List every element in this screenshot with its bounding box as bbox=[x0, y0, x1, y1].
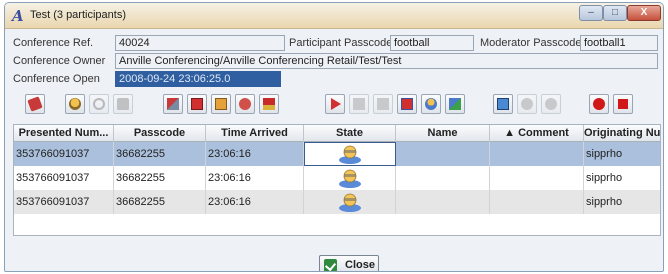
flag-button[interactable] bbox=[259, 94, 279, 114]
close-button-label: Close bbox=[345, 259, 375, 271]
globe2-icon bbox=[545, 98, 557, 110]
participants-table[interactable]: Presented Num... Passcode Time Arrived S… bbox=[13, 124, 661, 236]
remove-icon bbox=[191, 98, 203, 110]
doc-arrow-icon bbox=[377, 98, 389, 110]
participant-passcode-label: Participant Passcode bbox=[289, 37, 393, 49]
comment-cell bbox=[490, 166, 584, 190]
phone-icon bbox=[167, 98, 179, 110]
moderator-passcode-label: Moderator Passcode bbox=[480, 37, 582, 49]
arrow-right-button[interactable] bbox=[325, 94, 345, 114]
record-icon bbox=[239, 98, 251, 110]
toolbar bbox=[11, 92, 659, 120]
conference-window: A Test (3 participants) – □ X Conference… bbox=[4, 2, 664, 272]
column-header-state[interactable]: State bbox=[304, 125, 396, 142]
users-button[interactable] bbox=[421, 94, 441, 114]
window-title: Test (3 participants) bbox=[30, 9, 126, 21]
operator-button[interactable] bbox=[65, 94, 85, 114]
passcode-cell: 36682255 bbox=[114, 166, 206, 190]
phone-button[interactable] bbox=[163, 94, 183, 114]
passcode-cell: 36682255 bbox=[114, 190, 206, 214]
column-header-originating-number[interactable]: Originating Nu... bbox=[584, 125, 660, 142]
time-arrived-cell: 23:06:16 bbox=[206, 166, 304, 190]
participant-passcode-field[interactable]: football bbox=[390, 35, 474, 51]
lock-icon bbox=[117, 98, 129, 110]
app-logo-icon: A bbox=[12, 7, 24, 25]
presented-number-cell: 353766091037 bbox=[14, 190, 114, 214]
record-button[interactable] bbox=[235, 94, 255, 114]
moderator-passcode-field[interactable]: football1 bbox=[580, 35, 658, 51]
column-header-time-arrived[interactable]: Time Arrived bbox=[206, 125, 304, 142]
eraser-icon bbox=[27, 96, 43, 112]
column-header-comment[interactable]: ▲ Comment bbox=[490, 125, 584, 142]
arrow-right-icon bbox=[331, 98, 341, 110]
originating-number-cell: sipprho bbox=[586, 196, 623, 208]
globe-button[interactable] bbox=[517, 94, 537, 114]
participant-icon bbox=[339, 169, 361, 188]
maximize-button[interactable]: □ bbox=[603, 5, 627, 21]
conference-owner-row: Conference Owner Anville Conferencing/An… bbox=[13, 53, 659, 69]
export-icon bbox=[449, 98, 461, 110]
column-header-name[interactable]: Name bbox=[396, 125, 490, 142]
participant-icon bbox=[339, 193, 361, 212]
record-dot-icon bbox=[593, 98, 605, 110]
conference-ref-field[interactable]: 40024 bbox=[115, 35, 285, 51]
operator-icon bbox=[69, 98, 81, 110]
conference-open-field[interactable]: 2008-09-24 23:06:25.0 bbox=[115, 71, 281, 87]
column-header-passcode[interactable]: Passcode bbox=[114, 125, 206, 142]
stop-button[interactable] bbox=[613, 94, 633, 114]
name-cell bbox=[396, 190, 490, 214]
presented-number-cell: 353766091037 bbox=[14, 166, 114, 190]
name-cell bbox=[396, 142, 490, 166]
passcode-cell: 36682255 bbox=[114, 142, 206, 166]
originating-number-cell: sipprho bbox=[586, 172, 623, 184]
conference-owner-field[interactable]: Anville Conferencing/Anville Conferencin… bbox=[115, 53, 658, 69]
conference-ref-row: Conference Ref. 40024 Participant Passco… bbox=[13, 35, 659, 51]
monitor-button[interactable] bbox=[493, 94, 513, 114]
conference-owner-label: Conference Owner bbox=[13, 55, 106, 67]
column-header-presented-number[interactable]: Presented Num... bbox=[14, 125, 114, 142]
comment-cell bbox=[490, 190, 584, 214]
title-bar[interactable]: A Test (3 participants) – □ X bbox=[5, 3, 663, 29]
eraser-button[interactable] bbox=[25, 94, 45, 114]
checkmark-icon bbox=[324, 259, 337, 271]
doc-arrow-button[interactable] bbox=[373, 94, 393, 114]
close-window-button[interactable]: X bbox=[627, 5, 661, 21]
originating-number-cell: sipprho bbox=[586, 148, 623, 160]
search-button[interactable] bbox=[89, 94, 109, 114]
name-cell bbox=[396, 166, 490, 190]
conference-ref-label: Conference Ref. bbox=[13, 37, 94, 49]
delete-button[interactable] bbox=[397, 94, 417, 114]
lock-button[interactable] bbox=[113, 94, 133, 114]
users-icon bbox=[425, 98, 437, 110]
search-icon bbox=[93, 98, 105, 110]
globe-icon bbox=[521, 98, 533, 110]
stop-icon bbox=[618, 99, 628, 109]
window-button[interactable] bbox=[211, 94, 231, 114]
record-dot-button[interactable] bbox=[589, 94, 609, 114]
minimize-button[interactable]: – bbox=[579, 5, 603, 21]
table-header: Presented Num... Passcode Time Arrived S… bbox=[14, 125, 660, 142]
time-arrived-cell: 23:06:16 bbox=[206, 142, 304, 166]
monitor-icon bbox=[497, 98, 509, 110]
flag-icon bbox=[263, 98, 275, 110]
window-icon bbox=[215, 98, 227, 110]
conference-open-row: Conference Open 2008-09-24 23:06:25.0 bbox=[13, 71, 659, 87]
time-arrived-cell: 23:06:16 bbox=[206, 190, 304, 214]
remove-button[interactable] bbox=[187, 94, 207, 114]
conference-open-label: Conference Open bbox=[13, 73, 100, 85]
presented-number-cell: 353766091037 bbox=[14, 142, 114, 166]
delete-icon bbox=[401, 98, 413, 110]
comment-cell bbox=[490, 142, 584, 166]
export-button[interactable] bbox=[445, 94, 465, 114]
doc-button[interactable] bbox=[349, 94, 369, 114]
globe2-button[interactable] bbox=[541, 94, 561, 114]
participant-icon bbox=[339, 145, 361, 164]
close-button[interactable]: Close bbox=[319, 255, 379, 271]
doc-icon bbox=[353, 98, 365, 110]
